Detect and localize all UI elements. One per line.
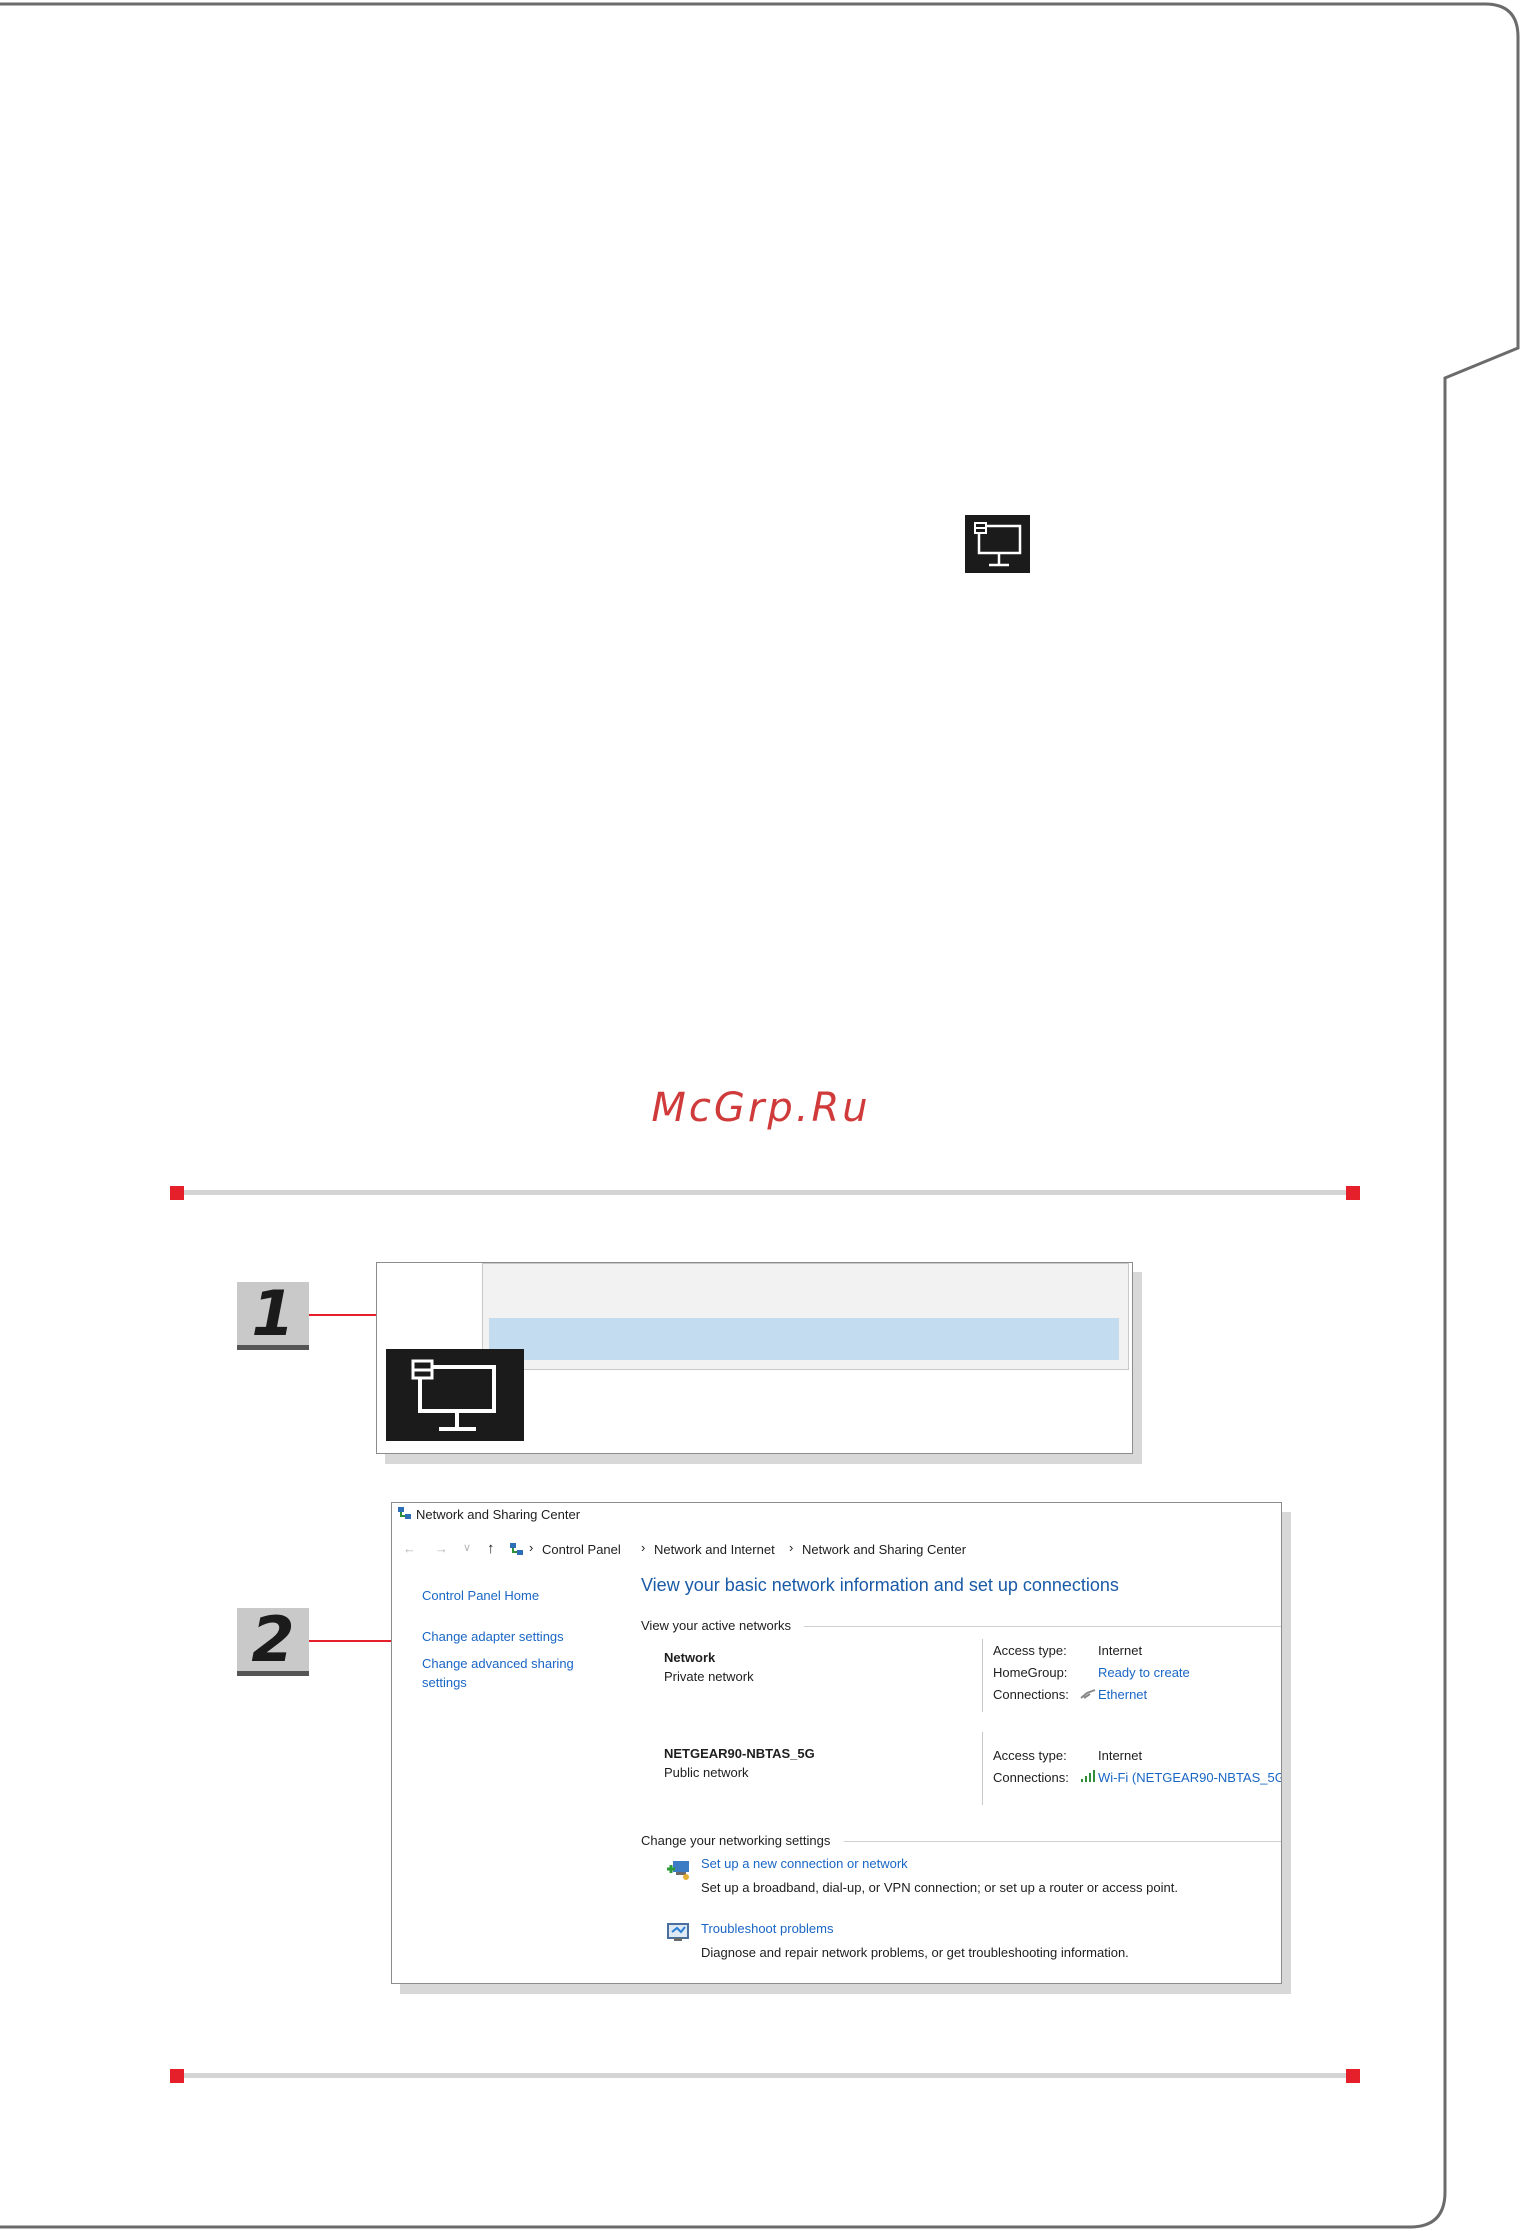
step-2-callout-line: [309, 1640, 404, 1642]
context-menu-item-highlight[interactable]: [489, 1318, 1119, 1360]
separator-bottom-left-marker: [170, 2069, 184, 2083]
active-networks-label: View your active networks: [641, 1618, 792, 1633]
step-2-badge: 2: [237, 1608, 309, 1676]
separator-bottom: [176, 2073, 1352, 2078]
network-1-connections-label: Connections:: [993, 1687, 1069, 1702]
network-1-divider: [982, 1639, 983, 1712]
screenshot-1: [376, 1262, 1133, 1454]
sidebar-change-advanced-sharing-line2[interactable]: settings: [422, 1675, 467, 1690]
wifi-signal-icon: [1080, 1770, 1096, 1783]
taskbar-network-icon[interactable]: [386, 1349, 524, 1441]
page-heading: View your basic network information and …: [641, 1575, 1119, 1595]
separator-top: [176, 1190, 1352, 1195]
network-sharing-center-window: Network and Sharing Center ← → ∨ ↑ › Con…: [391, 1502, 1282, 1984]
network-2-type: Public network: [664, 1765, 749, 1780]
network-1-access-label: Access type:: [993, 1643, 1067, 1658]
network-1-type: Private network: [664, 1669, 754, 1684]
separator-top-right-marker: [1346, 1186, 1360, 1200]
troubleshoot-problems-desc: Diagnose and repair network problems, or…: [701, 1945, 1129, 1960]
network-1-connection-link[interactable]: Ethernet: [1098, 1687, 1147, 1702]
network-2-name: NETGEAR90-NBTAS_5G: [664, 1746, 815, 1761]
breadcrumb-separator: ›: [641, 1540, 646, 1555]
troubleshoot-problems-link[interactable]: Troubleshoot problems: [701, 1921, 833, 1936]
active-networks-divider: [804, 1626, 1281, 1627]
network-icon: [965, 515, 1030, 573]
separator-top-left-marker: [170, 1186, 184, 1200]
breadcrumb-network-internet[interactable]: Network and Internet: [654, 1542, 775, 1557]
up-button[interactable]: ↑: [487, 1540, 495, 1557]
ethernet-icon: [1080, 1688, 1096, 1700]
network-1-homegroup-label: HomeGroup:: [993, 1665, 1068, 1680]
breadcrumb-network-sharing-center[interactable]: Network and Sharing Center: [802, 1542, 966, 1557]
breadcrumb-separator: ›: [529, 1540, 534, 1555]
setup-new-connection-desc: Set up a broadband, dial-up, or VPN conn…: [701, 1880, 1178, 1895]
network-1-name: Network: [664, 1650, 716, 1665]
network-2-divider: [982, 1732, 983, 1805]
breadcrumb-control-panel[interactable]: Control Panel: [542, 1542, 621, 1557]
network-2-connection-link[interactable]: Wi-Fi (NETGEAR90-NBTAS_5G): [1098, 1770, 1281, 1785]
change-settings-label: Change your networking settings: [641, 1833, 831, 1848]
watermark: McGrp.Ru: [651, 1085, 871, 1131]
breadcrumb-separator: ›: [789, 1540, 794, 1555]
setup-new-connection-link[interactable]: Set up a new connection or network: [701, 1856, 908, 1871]
window-title: Network and Sharing Center: [416, 1507, 581, 1522]
change-settings-divider: [844, 1841, 1281, 1842]
recent-locations-button[interactable]: ∨: [463, 1541, 471, 1554]
sidebar-change-adapter-settings[interactable]: Change adapter settings: [422, 1629, 564, 1644]
breadcrumb-icon: [509, 1542, 524, 1557]
sidebar-change-advanced-sharing[interactable]: Change advanced sharing: [422, 1656, 574, 1671]
network-2-connections-label: Connections:: [993, 1770, 1069, 1785]
sidebar-control-panel-home[interactable]: Control Panel Home: [422, 1588, 539, 1603]
network-2-access-value: Internet: [1098, 1748, 1143, 1763]
context-menu: [482, 1263, 1129, 1370]
new-connection-icon: [666, 1857, 692, 1881]
window-title-icon: [397, 1506, 412, 1521]
forward-button[interactable]: →: [435, 1541, 448, 1556]
network-1-access-value: Internet: [1098, 1643, 1143, 1658]
step-1-badge: 1: [237, 1282, 309, 1350]
back-button[interactable]: ←: [403, 1541, 416, 1556]
network-1-homegroup-link[interactable]: Ready to create: [1098, 1665, 1190, 1680]
network-2-access-label: Access type:: [993, 1748, 1067, 1763]
troubleshoot-icon: [666, 1922, 692, 1944]
separator-bottom-right-marker: [1346, 2069, 1360, 2083]
